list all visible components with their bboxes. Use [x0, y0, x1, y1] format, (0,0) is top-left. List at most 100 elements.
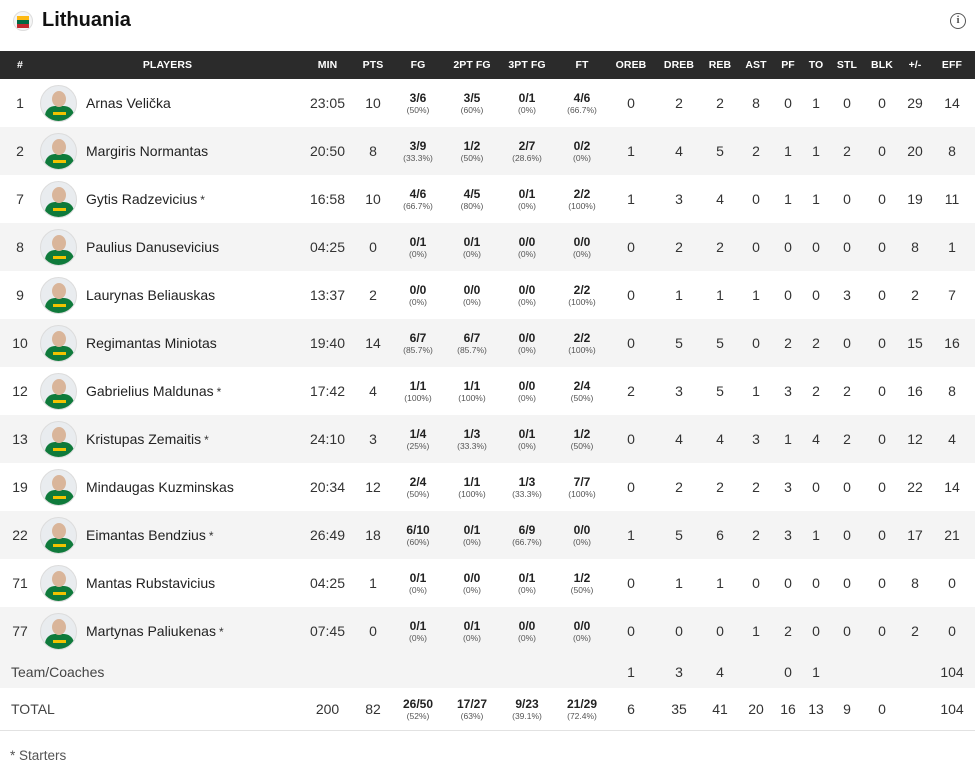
player-name[interactable]: Mindaugas Kuzminskas — [86, 479, 237, 495]
player-cell[interactable]: Gytis Radzevicius * — [40, 175, 205, 223]
table-row: 10 Regimantas Miniotas 19:40 14 6/7 (85.7%) 6/… — [0, 319, 975, 367]
stl-cell: 0 — [843, 239, 851, 255]
pf-cell: 16 — [780, 701, 796, 717]
player-name[interactable]: Margiris Normantas — [86, 143, 211, 159]
header-min[interactable]: MIN — [305, 51, 350, 79]
player-name[interactable]: Paulius Danusevicius — [86, 239, 222, 255]
fg-cell-made-attempted: 6/7 — [409, 330, 427, 345]
ft-cell: 2/2 (100%) — [558, 175, 606, 223]
ast-cell: 1 — [752, 623, 760, 639]
oreb-cell: 0 — [627, 239, 635, 255]
player-name-text: Gabrielius Maldunas — [86, 383, 214, 399]
pf-cell: 1 — [784, 431, 792, 447]
player-name[interactable]: Arnas Velička — [86, 95, 174, 111]
player-cell[interactable]: Paulius Danusevicius — [40, 223, 222, 271]
fg2-cell-made-attempted: 17/27 — [456, 696, 488, 711]
header-num[interactable]: # — [0, 51, 40, 79]
header-blk[interactable]: BLK — [867, 51, 897, 79]
header-pts[interactable]: PTS — [355, 51, 391, 79]
header-oreb[interactable]: OREB — [612, 51, 650, 79]
fg-cell-percent: (0%) — [409, 584, 427, 595]
header-pf[interactable]: PF — [776, 51, 800, 79]
ft-cell-made-attempted: 2/2 — [573, 282, 591, 297]
fg3-cell-made-attempted: 2/7 — [518, 138, 536, 153]
player-name[interactable]: Gytis Radzevicius * — [86, 191, 205, 207]
pf-cell: 0 — [784, 663, 792, 680]
starter-marker: * — [216, 385, 222, 399]
fg-cell-percent: (33.3%) — [403, 152, 433, 163]
plus-minus-cell: 22 — [907, 479, 923, 495]
fg-cell-made-attempted: 0/0 — [409, 282, 427, 297]
blk-cell: 0 — [878, 383, 886, 399]
header-eff[interactable]: EFF — [936, 51, 968, 79]
plus-minus-cell: 20 — [907, 143, 923, 159]
header-2pt-fg[interactable]: 2PT FG — [446, 51, 498, 79]
fg2-cell: 1/1 (100%) — [446, 463, 498, 511]
header-plus-minus[interactable]: +/- — [902, 51, 928, 79]
fg3-cell-made-attempted: 0/0 — [518, 618, 536, 633]
points-cell: 10 — [365, 95, 381, 111]
player-avatar — [40, 276, 77, 314]
to-cell: 0 — [812, 575, 820, 591]
ast-cell: 3 — [752, 431, 760, 447]
points-cell — [355, 655, 391, 688]
fg2-cell-made-attempted: 0/1 — [463, 234, 481, 249]
minutes-cell: 26:49 — [309, 527, 346, 543]
player-cell[interactable]: Margiris Normantas — [40, 127, 211, 175]
to-cell: 0 — [812, 287, 820, 303]
player-cell[interactable]: Mindaugas Kuzminskas — [40, 463, 237, 511]
ast-cell: 8 — [752, 95, 760, 111]
header-fg[interactable]: FG — [396, 51, 440, 79]
player-cell[interactable]: Gabrielius Maldunas * — [40, 367, 221, 415]
player-cell[interactable]: Arnas Velička — [40, 79, 174, 127]
minutes-cell: 04:25 — [309, 575, 346, 591]
plus-minus-cell: 19 — [907, 191, 923, 207]
player-name[interactable]: Eimantas Bendzius * — [86, 527, 214, 543]
points-cell: 10 — [365, 191, 381, 207]
minutes-cell: 19:40 — [309, 335, 346, 351]
fg3-cell-percent: (0%) — [518, 440, 536, 451]
player-name[interactable]: Martynas Paliukenas * — [86, 623, 224, 639]
player-cell[interactable]: Laurynas Beliauskas — [40, 271, 218, 319]
info-icon[interactable]: i — [950, 13, 966, 29]
fg-cell-made-attempted: 26/50 — [402, 696, 434, 711]
ft-cell-percent: (100%) — [568, 488, 596, 499]
pf-cell: 3 — [784, 527, 792, 543]
fg3-cell: 0/0 (0%) — [501, 271, 553, 319]
player-name[interactable]: Mantas Rubstavicius — [86, 575, 218, 591]
header-ft[interactable]: FT — [558, 51, 606, 79]
header-stl[interactable]: STL — [833, 51, 861, 79]
player-name[interactable]: Laurynas Beliauskas — [86, 287, 218, 303]
eff-cell: 11 — [944, 191, 960, 207]
player-cell[interactable]: Regimantas Miniotas — [40, 319, 220, 367]
header-reb[interactable]: REB — [705, 51, 735, 79]
fg2-cell-made-attempted: 0/1 — [463, 522, 481, 537]
fg2-cell: 0/1 (0%) — [446, 607, 498, 655]
ft-cell: 0/2 (0%) — [558, 127, 606, 175]
player-name-text: Gytis Radzevicius — [86, 191, 198, 207]
header-ast[interactable]: AST — [742, 51, 770, 79]
ft-cell-made-attempted: 21/29 — [566, 696, 598, 711]
to-cell: 1 — [812, 95, 820, 111]
player-cell[interactable]: Eimantas Bendzius * — [40, 511, 214, 559]
fg3-cell-percent: (66.7%) — [512, 536, 542, 547]
ft-cell: 4/6 (66.7%) — [558, 79, 606, 127]
player-name[interactable]: Kristupas Zemaitis * — [86, 431, 209, 447]
player-name[interactable]: Regimantas Miniotas — [86, 335, 220, 351]
dreb-cell: 5 — [675, 527, 683, 543]
reb-cell: 5 — [716, 383, 724, 399]
fg3-cell-percent: (39.1%) — [512, 710, 542, 721]
reb-cell: 1 — [716, 575, 724, 591]
player-cell[interactable]: Mantas Rubstavicius — [40, 559, 218, 607]
team-title: Lithuania — [42, 9, 131, 31]
player-cell[interactable]: Martynas Paliukenas * — [40, 607, 224, 655]
player-name-text: Mindaugas Kuzminskas — [86, 479, 234, 495]
header-players[interactable]: PLAYERS — [40, 51, 295, 79]
jersey-number: 8 — [16, 239, 24, 255]
header-3pt-fg[interactable]: 3PT FG — [501, 51, 553, 79]
player-cell[interactable]: Kristupas Zemaitis * — [40, 415, 209, 463]
player-name-text: Regimantas Miniotas — [86, 335, 217, 351]
player-name[interactable]: Gabrielius Maldunas * — [86, 383, 221, 399]
header-to[interactable]: TO — [804, 51, 828, 79]
header-dreb[interactable]: DREB — [660, 51, 698, 79]
